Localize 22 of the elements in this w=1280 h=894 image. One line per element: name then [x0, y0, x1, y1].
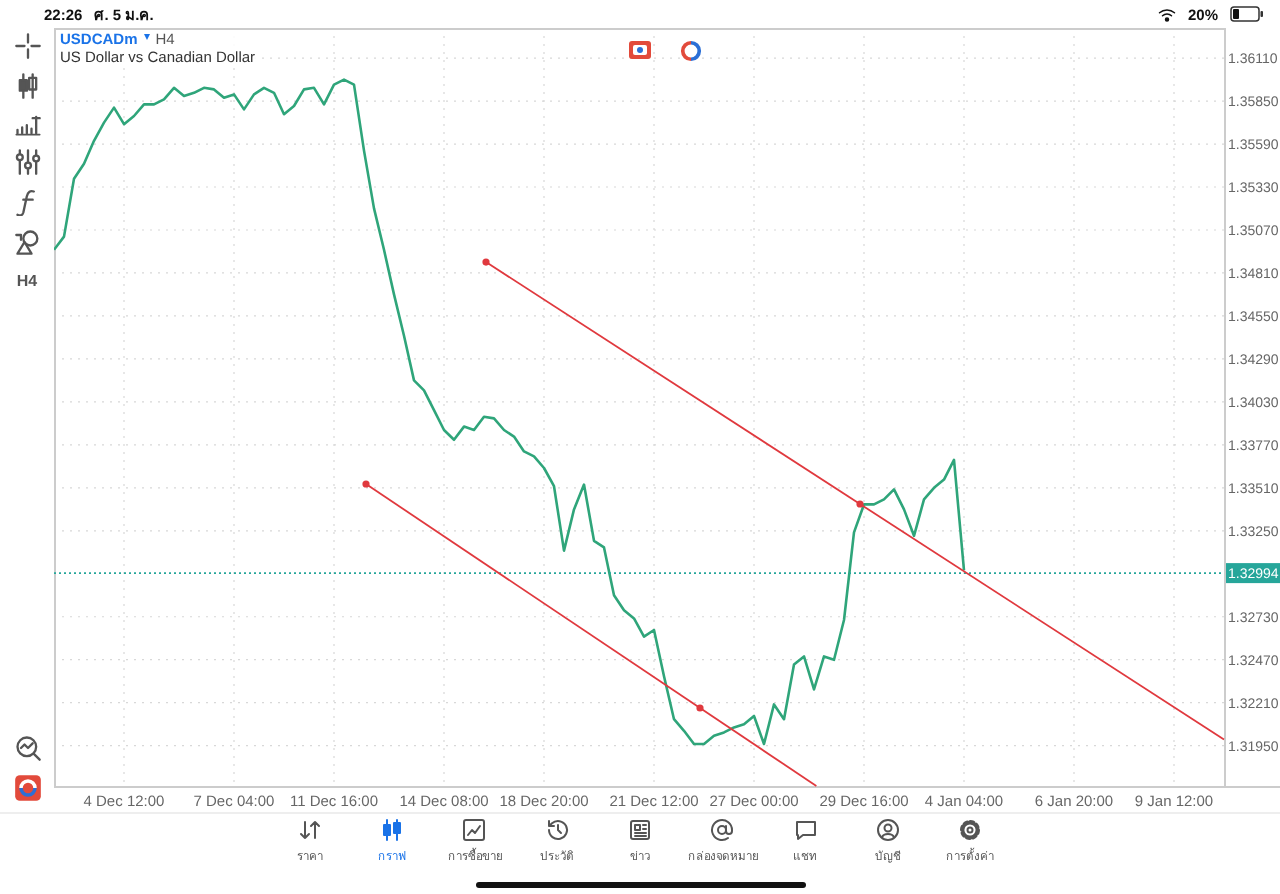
function-icon[interactable]: [15, 188, 39, 216]
sync-icon[interactable]: [680, 40, 702, 62]
swap-arrows-icon: [297, 818, 322, 842]
account-icon: [875, 818, 900, 842]
logo-icon[interactable]: [13, 774, 41, 802]
chat-icon: [793, 818, 818, 842]
crosshair-icon[interactable]: [13, 32, 41, 60]
candlestick-icon[interactable]: [15, 72, 39, 100]
wifi-icon: [1157, 7, 1176, 21]
clock-icon: [545, 818, 570, 842]
battery-icon: [1230, 6, 1264, 22]
camera-icon[interactable]: [628, 40, 652, 60]
sliders-icon[interactable]: [13, 148, 41, 176]
candlestick-icon: [380, 818, 405, 842]
bar-chart-icon[interactable]: [13, 112, 41, 136]
settings-icon: [958, 818, 983, 842]
chart-search-icon[interactable]: [13, 734, 41, 762]
line-chart-icon: [462, 818, 487, 842]
at-sign-icon: [710, 818, 735, 842]
newspaper-icon: [627, 818, 652, 842]
timeframe-button[interactable]: H4: [16, 272, 38, 290]
shapes-icon[interactable]: [13, 228, 41, 256]
